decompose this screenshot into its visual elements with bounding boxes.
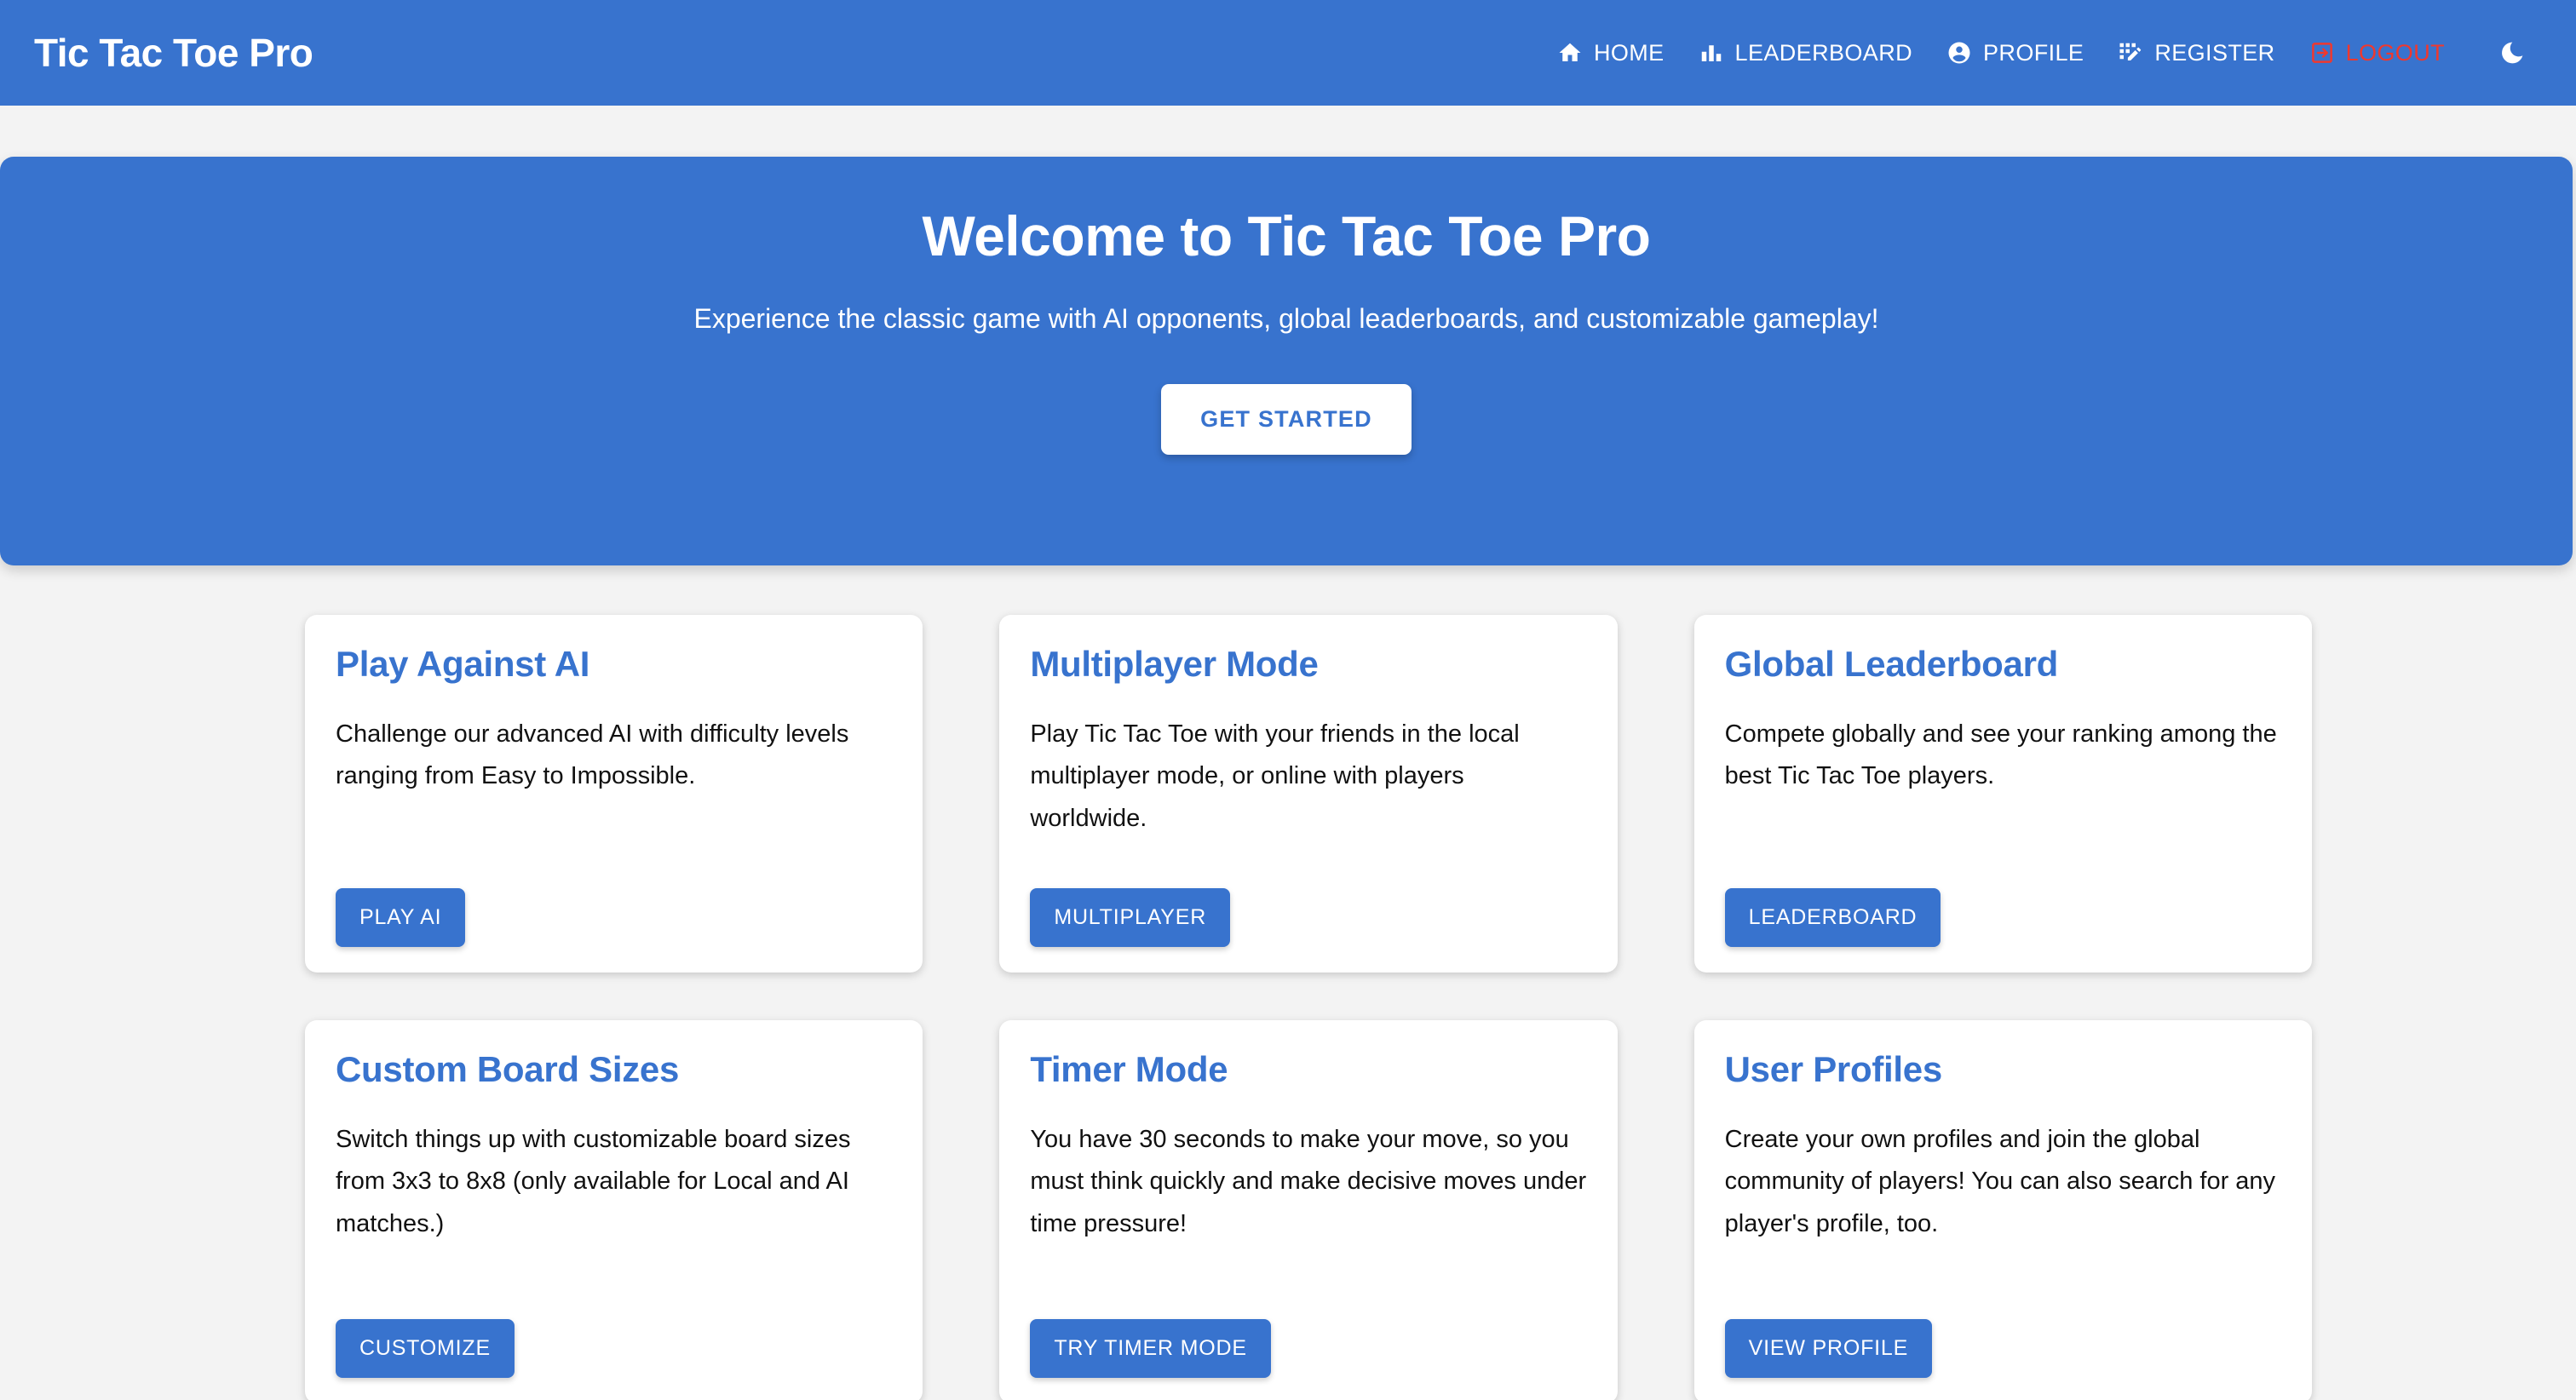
get-started-button[interactable]: GET STARTED [1161,383,1412,455]
nav-item-logout[interactable]: LOGOUT [2292,28,2462,78]
nav-item-leaderboard[interactable]: LEADERBOARD [1682,28,1929,78]
card-title: Play Against AI [336,644,590,684]
feature-card-timer-mode: Timer Mode You have 30 seconds to make y… [999,1020,1618,1400]
logout-icon [2309,40,2335,66]
app-brand-title[interactable]: Tic Tac Toe Pro [34,30,313,76]
card-description: You have 30 seconds to make your move, s… [1030,1126,1587,1237]
multiplayer-button[interactable]: MULTIPLAYER [1030,888,1231,947]
card-title: Timer Mode [1030,1049,1228,1089]
card-title: User Profiles [1724,1049,1943,1089]
nav-item-leaderboard-label: LEADERBOARD [1734,39,1913,66]
card-description: Challenge our advanced AI with difficult… [336,720,849,790]
home-icon [1557,40,1583,66]
card-description: Compete globally and see your ranking am… [1724,720,2277,790]
card-description: Play Tic Tac Toe with your friends in th… [1030,720,1520,832]
nav-links: HOME LEADERBOARD PROFILE REGISTER LOGOUT [1540,28,2537,78]
card-description: Create your own profiles and join the gl… [1724,1126,2276,1237]
card-title: Custom Board Sizes [336,1049,680,1089]
bar-chart-icon [1699,40,1724,66]
nav-item-profile-label: PROFILE [1983,39,2084,66]
dark-mode-toggle-button[interactable] [2487,28,2537,77]
try-timer-mode-button[interactable]: TRY TIMER MODE [1030,1319,1271,1378]
hero-subtitle: Experience the classic game with AI oppo… [693,302,1879,334]
nav-item-register[interactable]: REGISTER [2101,28,2291,78]
hero-banner: Welcome to Tic Tac Toe Pro Experience th… [0,157,2573,565]
feature-card-play-against-ai: Play Against AI Challenge our advanced A… [305,615,923,973]
app-registration-icon [2118,40,2143,66]
card-title: Multiplayer Mode [1030,644,1319,684]
account-circle-icon [1946,40,1972,66]
feature-card-custom-board-sizes: Custom Board Sizes Switch things up with… [305,1020,923,1400]
card-title: Global Leaderboard [1724,644,2059,684]
leaderboard-button[interactable]: LEADERBOARD [1724,888,1941,947]
nav-item-logout-label: LOGOUT [2345,39,2445,66]
customize-button[interactable]: CUSTOMIZE [336,1319,515,1378]
feature-card-user-profiles: User Profiles Create your own profiles a… [1693,1020,2312,1400]
nav-item-home[interactable]: HOME [1540,28,1682,78]
feature-card-global-leaderboard: Global Leaderboard Compete globally and … [1693,615,2312,973]
moon-icon [2499,40,2525,66]
play-ai-button[interactable]: PLAY AI [336,888,466,947]
nav-item-profile[interactable]: PROFILE [1929,28,2101,78]
card-description: Switch things up with customizable board… [336,1126,851,1237]
nav-item-home-label: HOME [1593,39,1665,66]
feature-card-multiplayer-mode: Multiplayer Mode Play Tic Tac Toe with y… [999,615,1618,973]
feature-card-grid: Play Against AI Challenge our advanced A… [0,565,2576,1400]
top-navigation-bar: Tic Tac Toe Pro HOME LEADERBOARD PROFILE [0,0,2576,106]
hero-title: Welcome to Tic Tac Toe Pro [922,204,1652,267]
view-profile-button[interactable]: VIEW PROFILE [1724,1319,1933,1378]
nav-item-register-label: REGISTER [2154,39,2275,66]
